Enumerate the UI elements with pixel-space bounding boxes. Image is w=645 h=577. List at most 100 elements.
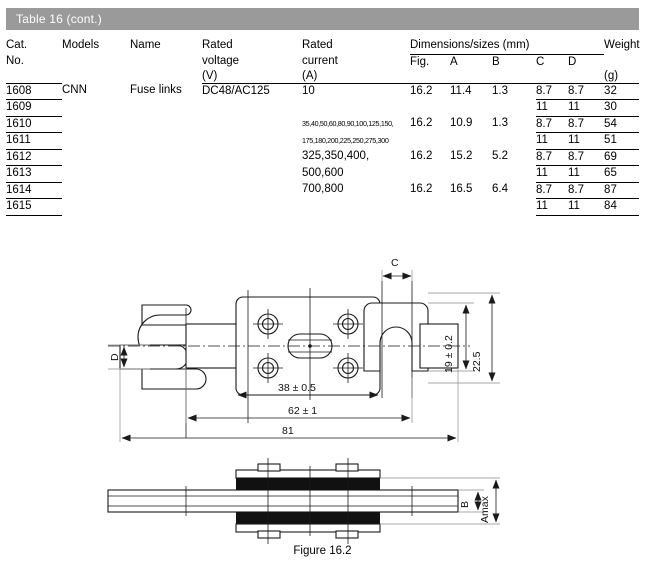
cell-name (130, 149, 202, 166)
header-fig-spacer (410, 68, 450, 84)
cell-d: 11 (568, 99, 605, 117)
fuse-link-technical-drawing-svg: .ln { stroke:#1a1a1a; stroke-width:1.1; … (107, 257, 500, 544)
cell-cat-no: 1614 (6, 182, 62, 199)
dimension-B: B (459, 491, 482, 511)
cell-rated-voltage (202, 182, 302, 199)
cell-rated-voltage: DC48/AC125 (202, 84, 270, 97)
dimension-Amax: Amax (479, 479, 500, 523)
cell-a: 16.5 (450, 183, 473, 195)
side-body-lower (235, 512, 381, 533)
cell-b: 1.3 (492, 84, 508, 97)
cell-name (130, 182, 202, 199)
cell-models (62, 182, 130, 199)
header-rated-voltage-line2: voltage (202, 55, 240, 67)
fuse-links-table: Cat. Models Name Rated Rated Dimensions/… (6, 38, 640, 216)
cell-a: 11.4 (450, 84, 472, 97)
cell-b (492, 199, 536, 216)
table-container: Cat. Models Name Rated Rated Dimensions/… (6, 38, 640, 216)
header-dimensions-group: Dimensions/sizes (mm) (410, 38, 605, 55)
cell-name (130, 199, 202, 216)
cell-c: 8.7 (536, 182, 568, 199)
cell-c: 8.7 (536, 149, 568, 166)
header-cat-no-line2: No. (6, 55, 24, 67)
plan-view-group: D C 19 ± 0.2 22.5 38 ± 0.5 62 ± 1 81 (108, 257, 500, 442)
cell-rated-current: 325,350,400, (302, 150, 370, 162)
cell-d: 8.7 (568, 182, 605, 199)
dimension-22-5-label: 22.5 (471, 351, 483, 372)
cell-rated-voltage (202, 199, 302, 216)
table-row: 1612 325,350,400, 16.2 15.2 5.2 8.7 8.7 … (6, 149, 640, 166)
cell-rated-current (302, 199, 410, 216)
cell-fig (410, 199, 450, 216)
cell-d: 11 (568, 132, 605, 150)
table-row: 1613 500,600 11 11 65 (6, 165, 640, 183)
figure-16-2-drawing: .ln { stroke:#1a1a1a; stroke-width:1.1; … (0, 248, 645, 572)
cell-name (130, 100, 202, 117)
dimension-62-label: 62 ± 1 (288, 405, 317, 417)
cell-c: 11 (536, 198, 568, 216)
cell-fig (410, 133, 450, 150)
header-name: Name (130, 39, 161, 51)
header-d-spacer (568, 68, 605, 84)
table-caption-text: Table 16 (cont.) (16, 12, 102, 26)
cell-cat-no: 1613 (6, 165, 62, 183)
cell-cat-no: 1608 (6, 83, 62, 100)
dimension-Amax-label: Amax (479, 495, 491, 523)
dimension-19-label: 19 ± 0.2 (443, 335, 455, 373)
cell-d: 8.7 (568, 116, 605, 133)
cell-models (62, 116, 130, 133)
cell-models: CNN (62, 84, 87, 96)
header-d: D (568, 55, 577, 68)
cell-rated-current: 500,600 (302, 166, 344, 179)
cell-rated-current: 10 (302, 84, 315, 97)
side-bolt-stub-bottom-right (335, 530, 359, 539)
side-bolt-stub-top-right (335, 463, 359, 472)
dimension-81-label: 81 (282, 425, 294, 437)
cell-name (130, 133, 202, 150)
header-a: A (450, 55, 458, 68)
cell-fig: 16.2 (410, 84, 433, 97)
table-caption-bar: Table 16 (cont.) (6, 8, 639, 30)
cell-a (450, 100, 492, 117)
cell-a (450, 199, 492, 216)
side-body-upper (235, 469, 381, 490)
header-models: Models (62, 39, 100, 51)
header-b-spacer (492, 68, 536, 84)
cell-c: 11 (536, 165, 568, 183)
cell-c: 8.7 (536, 83, 568, 100)
cell-rated-voltage (202, 166, 302, 183)
cell-fig: 16.2 (410, 150, 433, 162)
table-header-row-1: Cat. Models Name Rated Rated Dimensions/… (6, 38, 640, 55)
cell-rated-voltage (202, 100, 302, 117)
side-bolt-stub-bottom-left (257, 530, 281, 539)
cell-b: 5.2 (492, 150, 508, 162)
figure-caption-text: Figure 16.2 (293, 545, 352, 557)
cell-rated-current: 175,180,200,225,250,275,300 (302, 135, 389, 145)
header-c: C (536, 55, 545, 68)
cell-fig: 16.2 (410, 117, 433, 129)
cell-b (492, 166, 536, 183)
cell-models (62, 100, 130, 117)
header-cat-no-line1: Cat. (6, 39, 28, 51)
side-blade-bar (107, 489, 459, 513)
cell-weight: 69 (604, 149, 640, 166)
cell-weight: 87 (604, 182, 640, 199)
cell-rated-current: 35,40,50,60,80,90,100,125,150, (302, 119, 394, 128)
table-row: 1615 11 11 84 (6, 198, 640, 216)
cell-weight: 30 (604, 99, 640, 117)
cell-b: 1.3 (492, 117, 508, 129)
cell-a: 10.9 (450, 117, 473, 129)
cell-b (492, 100, 536, 117)
cell-models (62, 149, 130, 166)
cell-weight: 51 (604, 132, 640, 150)
header-b: B (492, 55, 500, 68)
cell-cat-no: 1610 (6, 116, 62, 133)
cell-cat-no: 1611 (6, 132, 62, 150)
table-row: 1610 35,40,50,60,80,90,100,125,150, 16.2… (6, 116, 640, 133)
header-weight: Weight (604, 39, 640, 51)
header-rated-current-line2: current (302, 55, 338, 67)
cell-rated-current (302, 100, 410, 117)
cell-d: 8.7 (568, 149, 605, 166)
cell-d: 8.7 (568, 83, 605, 100)
cell-c: 8.7 (536, 116, 568, 133)
